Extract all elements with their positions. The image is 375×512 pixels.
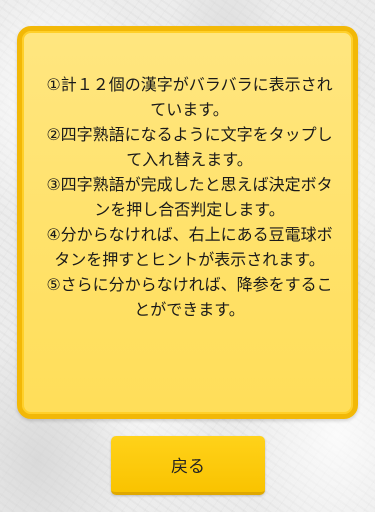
rule-item: ②四字熟語になるように文字をタップして入れ替えます。 — [46, 125, 333, 169]
back-button[interactable]: 戻る — [111, 436, 265, 495]
rules-list: ①計１２個の漢字がバラバラに表示されています。 ②四字熟語になるように文字をタッ… — [40, 72, 339, 322]
rule-item: ①計１２個の漢字がバラバラに表示されています。 — [46, 75, 333, 119]
back-button-label: 戻る — [171, 456, 205, 477]
rule-item: ③四字熟語が完成したと思えば決定ボタンを押し合否判定します。 — [46, 175, 333, 219]
rule-item: ⑤さらに分からなければ、降参をすることができます。 — [46, 275, 333, 319]
instructions-panel: ①計１２個の漢字がバラバラに表示されています。 ②四字熟語になるように文字をタッ… — [17, 26, 358, 419]
rule-item: ④分からなければ、右上にある豆電球ボタンを押すとヒントが表示されます。 — [46, 225, 333, 269]
